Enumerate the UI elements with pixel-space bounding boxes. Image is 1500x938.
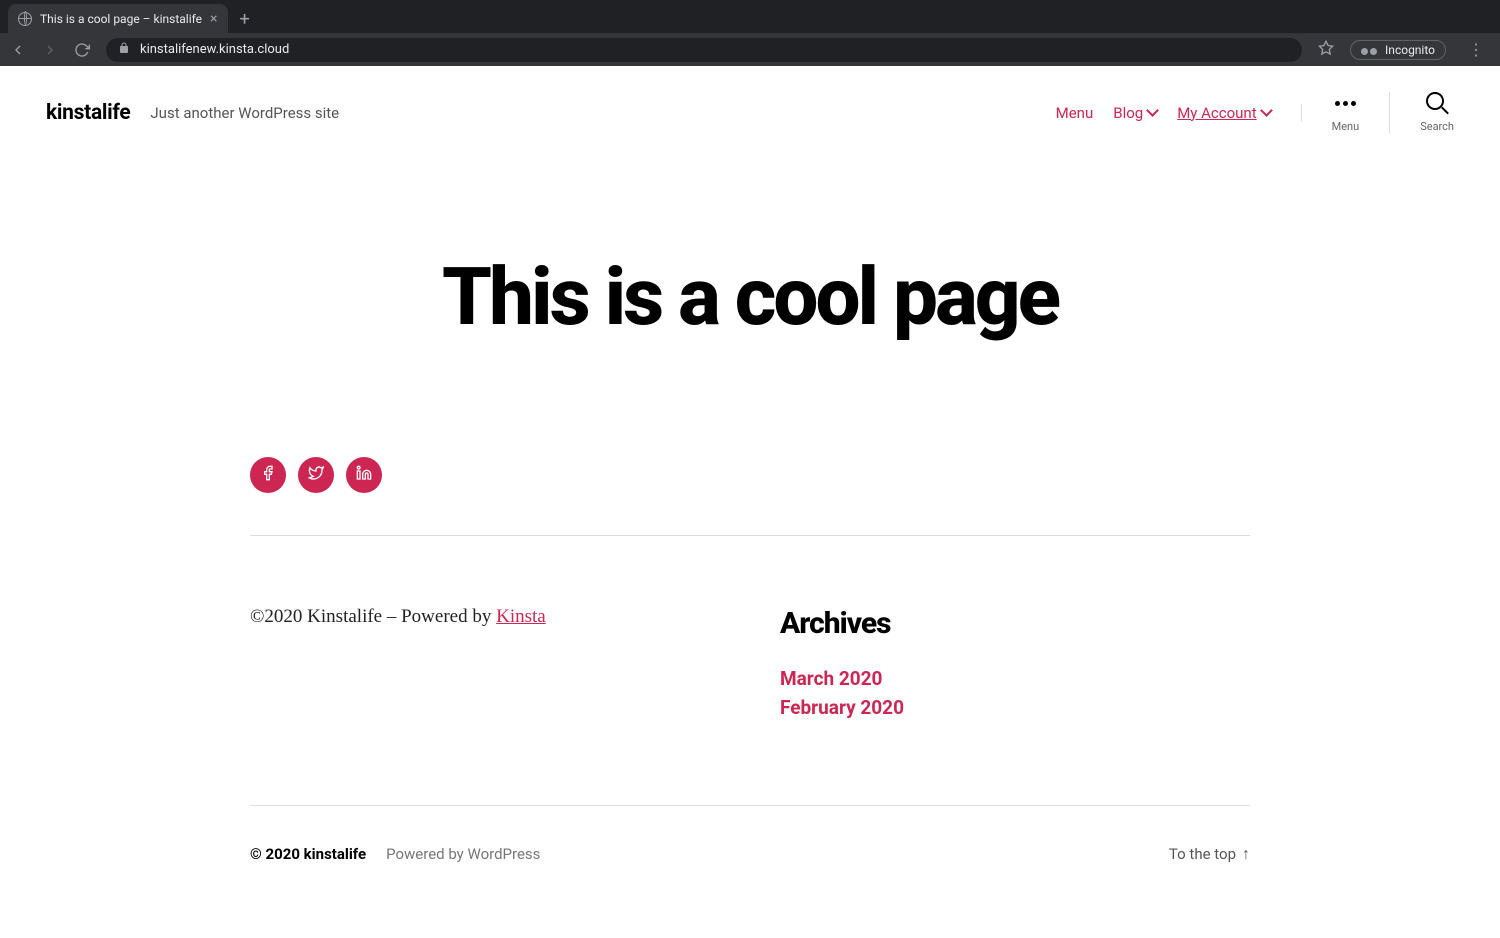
primary-nav: Menu Blog My Account [1056,104,1302,122]
url-text: kinstalifenew.kinsta.cloud [140,42,289,57]
search-toggle-button[interactable]: Search [1390,92,1454,133]
lock-icon [118,42,130,58]
content-container: ©2020 Kinstalife – Powered by Kinsta Arc… [250,457,1250,914]
globe-icon [18,12,32,26]
back-button[interactable] [10,42,26,58]
browser-menu-button[interactable]: ⋮ [1462,40,1490,59]
nav-my-account[interactable]: My Account [1177,104,1270,122]
incognito-label: Incognito [1385,43,1435,57]
facebook-link[interactable] [250,457,286,493]
footer-widget-copyright: ©2020 Kinstalife – Powered by Kinsta [250,606,720,725]
three-dots-icon [1335,92,1356,114]
reload-button[interactable] [74,42,90,58]
close-tab-icon[interactable]: × [210,11,217,27]
url-field[interactable]: kinstalifenew.kinsta.cloud [106,38,1302,62]
page: kinstalife Just another WordPress site M… [0,66,1500,914]
new-tab-button[interactable]: + [228,5,262,33]
to-top-button[interactable]: To the top [1169,844,1250,864]
page-title: This is a cool page [20,257,1480,337]
footer-widgets: ©2020 Kinstalife – Powered by Kinsta Arc… [250,536,1250,805]
nav-my-account-label: My Account [1177,104,1256,122]
search-toggle-label: Search [1420,120,1454,133]
browser-tab-active[interactable]: This is a cool page – kinstalife × [8,4,228,33]
chevron-down-icon [1262,104,1271,122]
nav-menu[interactable]: Menu [1056,104,1094,122]
powered-by-link[interactable]: Powered by WordPress [386,845,540,863]
kinsta-link[interactable]: Kinsta [496,606,546,627]
archive-link[interactable]: March 2020 [780,667,1250,690]
footer-site-link[interactable]: kinstalife [304,845,366,863]
twitter-link[interactable] [298,457,334,493]
chevron-down-icon [1148,104,1157,122]
linkedin-icon [356,465,372,485]
site-tagline: Just another WordPress site [150,104,339,122]
browser-tab-strip: This is a cool page – kinstalife × + [0,0,1500,33]
nav-blog[interactable]: Blog [1113,104,1157,122]
header-right: Menu Blog My Account Menu Search [1056,92,1454,133]
hero: This is a cool page [0,159,1500,457]
site-title[interactable]: kinstalife [46,101,130,125]
menu-toggle-button[interactable]: Menu [1302,92,1391,133]
nav-blog-label: Blog [1113,104,1143,122]
arrow-up-icon [1242,844,1250,864]
forward-button[interactable] [42,42,58,58]
copyright-line: ©2020 Kinstalife – Powered by Kinsta [250,606,720,628]
search-icon [1426,92,1448,114]
archives-heading: Archives [780,606,1250,641]
archive-link[interactable]: February 2020 [780,696,1250,719]
menu-toggle-label: Menu [1332,120,1360,133]
bookmark-star-icon[interactable] [1318,40,1334,60]
twitter-icon [308,465,324,485]
tab-title: This is a cool page – kinstalife [40,12,202,26]
linkedin-link[interactable] [346,457,382,493]
browser-address-bar: kinstalifenew.kinsta.cloud Incognito ⋮ [0,33,1500,66]
site-footer: © 2020 kinstalife Powered by WordPress T… [250,805,1250,914]
copyright-prefix: ©2020 Kinstalife – Powered by [250,606,496,627]
site-header: kinstalife Just another WordPress site M… [0,66,1500,159]
facebook-icon [260,465,276,485]
incognito-badge: Incognito [1350,40,1446,60]
footer-copyright: © 2020 kinstalife [250,845,366,863]
footer-widget-archives: Archives March 2020 February 2020 [780,606,1250,725]
social-links [250,457,1250,536]
incognito-icon [1361,45,1377,55]
to-top-label: To the top [1169,845,1236,863]
